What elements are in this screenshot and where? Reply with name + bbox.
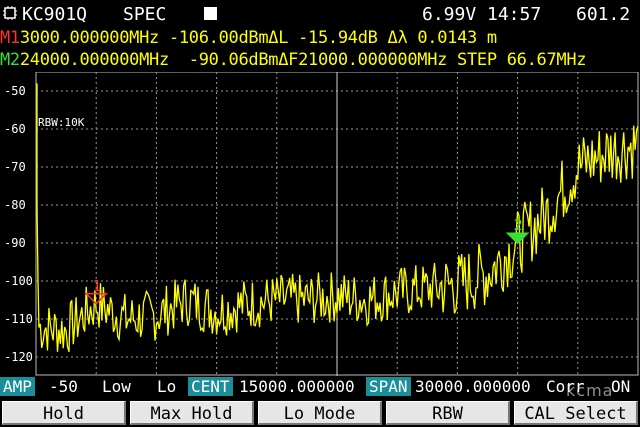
low-label: Low bbox=[102, 377, 131, 396]
delta-l-value: -15.94dB bbox=[298, 28, 378, 48]
corr-value: ON bbox=[611, 377, 631, 396]
y-tick-label: -120 bbox=[4, 350, 33, 364]
chip-icon bbox=[3, 6, 17, 20]
step-value: 66.67MHz bbox=[506, 50, 587, 70]
battery-voltage: 6.99V bbox=[422, 4, 477, 25]
marker-1-tag: M1 bbox=[0, 28, 20, 48]
device-name: KC901Q bbox=[22, 4, 88, 25]
rbw-label: RBW:10K bbox=[38, 116, 85, 129]
marker-2-label: 2 bbox=[514, 216, 523, 234]
marker-2-tag: M2 bbox=[0, 50, 20, 70]
amp-label[interactable]: AMP bbox=[0, 377, 35, 396]
delta-f-value: 21000.000000MHz bbox=[298, 50, 448, 70]
marker-1-freq: 3000.000000 bbox=[19, 28, 130, 48]
marker-2-level: -90.06 bbox=[188, 50, 249, 70]
span-value: 30000.000000 bbox=[415, 377, 531, 396]
marker-2-triangle[interactable] bbox=[505, 232, 530, 245]
y-tick-label: -50 bbox=[4, 84, 26, 98]
cal-select-button[interactable]: CAL Select bbox=[514, 401, 638, 425]
hold-button[interactable]: Hold bbox=[2, 401, 126, 425]
rbw-button[interactable]: RBW bbox=[386, 401, 510, 425]
amp-value: -50 bbox=[49, 377, 78, 396]
marker-2-freq-unit: MHz bbox=[139, 50, 169, 70]
clock: 14:57 bbox=[487, 4, 542, 25]
max-hold-button[interactable]: Max Hold bbox=[130, 401, 254, 425]
y-tick-label: -90 bbox=[4, 236, 26, 250]
y-tick-label: -70 bbox=[4, 160, 26, 174]
status-counter: 601.2 bbox=[576, 4, 631, 25]
spectrum-chart: -50 -60 -70 -80 -90 -100 -110 -120 1 2 RBW:10K bbox=[4, 72, 639, 376]
delta-l-label: ΔL bbox=[268, 28, 289, 48]
y-tick-label: -100 bbox=[4, 274, 33, 288]
marker-2-readout: M224000.000000MHz -90.06dBmΔF21000.00000… bbox=[0, 50, 587, 70]
marker-1-readout: M13000.000000MHz -106.00dBmΔL -15.94dB Δ… bbox=[0, 28, 497, 48]
delta-f-label: ΔF bbox=[278, 50, 299, 70]
marker-2-freq: 24000.000000 bbox=[19, 50, 140, 70]
lo-label: Lo bbox=[157, 377, 177, 396]
marker-1-level-unit: dBm bbox=[238, 28, 269, 48]
settings-bar: AMP -50 Low Lo CENT 15000.000000 SPAN 30… bbox=[0, 376, 640, 398]
delta-lambda-label: Δλ bbox=[387, 28, 408, 48]
cent-value: 15000.000000 bbox=[239, 377, 355, 396]
marker-2-level-unit: dBm bbox=[248, 50, 279, 70]
softkey-bar: Hold Max Hold Lo Mode RBW CAL Select bbox=[0, 401, 640, 427]
marker-1-freq-unit: MHz bbox=[129, 28, 159, 48]
delta-lambda-value: 0.0143 m bbox=[417, 28, 497, 48]
run-indicator-icon bbox=[204, 7, 217, 20]
step-label: STEP bbox=[457, 50, 497, 70]
span-label[interactable]: SPAN bbox=[366, 377, 411, 396]
y-tick-label: -80 bbox=[4, 198, 26, 212]
marker-1-level: -106.00 bbox=[168, 28, 239, 48]
y-tick-label: -110 bbox=[4, 312, 33, 326]
spectrum-plot[interactable]: -50 -60 -70 -80 -90 -100 -110 -120 1 2 RBW:10K bbox=[0, 72, 640, 376]
y-tick-label: -60 bbox=[4, 122, 26, 136]
watermark: kcma bbox=[566, 381, 614, 400]
mode-label: SPEC bbox=[123, 4, 167, 25]
marker-1-label: 1 bbox=[92, 277, 101, 295]
status-bar: KC901Q SPEC 6.99V 14:57 601.2 bbox=[0, 0, 640, 28]
lo-mode-button[interactable]: Lo Mode bbox=[258, 401, 382, 425]
cent-label[interactable]: CENT bbox=[188, 377, 233, 396]
